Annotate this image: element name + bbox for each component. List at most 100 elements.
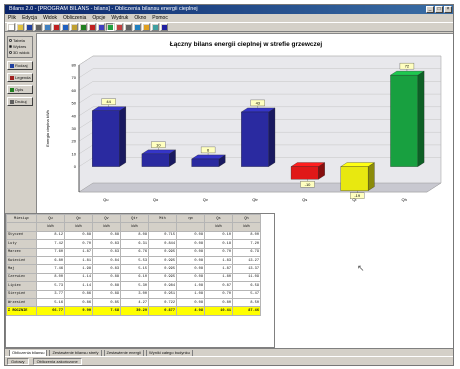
table-cell[interactable]: 8.00	[232, 230, 261, 241]
row-label[interactable]: Kwiecień	[6, 255, 37, 266]
chart-button[interactable]	[106, 23, 114, 31]
side-button-3[interactable]: Drukuj	[7, 97, 33, 106]
chart-3d-button[interactable]	[115, 23, 123, 31]
table-cell[interactable]: 0.88	[92, 281, 121, 291]
table-button[interactable]	[97, 23, 105, 31]
table-cell[interactable]: 0.89	[92, 289, 121, 299]
table-cell[interactable]: 13.37	[232, 264, 261, 274]
table-cell[interactable]: 5.47	[232, 289, 261, 299]
table-cell[interactable]: 0.951	[148, 289, 177, 299]
table-cell[interactable]: 1.87	[64, 247, 93, 257]
table-cell[interactable]: 0.86	[64, 289, 93, 299]
row-label[interactable]: Maj	[6, 264, 37, 274]
table-cell[interactable]: 0.984	[148, 281, 177, 291]
table-cell[interactable]: 1.83	[204, 255, 233, 266]
table-cell[interactable]: 0.70	[204, 247, 233, 257]
table-cell[interactable]: 3.00	[120, 289, 149, 299]
table-cell[interactable]: 0.08	[176, 255, 205, 266]
table-cell[interactable]: 0.85	[92, 297, 121, 308]
menu-calculations[interactable]: Obliczenia	[63, 14, 86, 22]
table-cell[interactable]: 0.995	[148, 247, 177, 257]
minimize-button[interactable]: _	[426, 6, 434, 13]
table-cell[interactable]: 0.88	[92, 230, 121, 241]
table-cell[interactable]: 0.83	[92, 264, 121, 274]
table-cell[interactable]: 0.995	[148, 264, 177, 274]
table-cell[interactable]: 0.722	[148, 297, 177, 308]
table-cell[interactable]: 7.20	[232, 239, 261, 249]
table-cell[interactable]: 0.88	[92, 272, 121, 283]
print-button[interactable]	[34, 23, 42, 31]
table-cell[interactable]: 5.15	[120, 264, 149, 274]
table-cell[interactable]: 1.14	[64, 272, 93, 283]
table-cell[interactable]: 0.08	[176, 272, 205, 283]
maximize-button[interactable]: □	[435, 6, 443, 13]
table-cell[interactable]: 10.41	[204, 306, 233, 316]
table-cell[interactable]: 8.08	[120, 230, 149, 241]
undo-button[interactable]	[79, 23, 87, 31]
menu-help[interactable]: Pomoc	[152, 14, 168, 22]
table-cell[interactable]: 5.16	[36, 297, 65, 308]
table-cell[interactable]: 0.715	[148, 230, 177, 241]
table-cell[interactable]: 9.90	[64, 306, 93, 316]
row-label[interactable]: Styczeń	[6, 230, 37, 241]
new-button[interactable]	[7, 23, 15, 31]
row-label[interactable]: Lipiec	[6, 281, 37, 291]
save-button[interactable]	[25, 23, 33, 31]
table-cell[interactable]: 7.68	[92, 306, 121, 316]
paste-button[interactable]	[70, 23, 78, 31]
table-cell[interactable]: 7.42	[36, 239, 65, 249]
side-button-0[interactable]: Rodzaj	[7, 61, 33, 70]
table-cell[interactable]: 1.08	[176, 281, 205, 291]
side-button-2[interactable]: Opis	[7, 85, 33, 94]
table-cell[interactable]: 0.18	[204, 239, 233, 249]
table-cell[interactable]: 4.08	[176, 306, 205, 316]
side-button-1[interactable]: Legenda	[7, 73, 33, 82]
row-label[interactable]: Wrzesień	[6, 297, 37, 308]
table-cell[interactable]: 3.77	[36, 289, 65, 299]
table-cell[interactable]: 0.87	[204, 281, 233, 291]
menu-view[interactable]: Widok	[43, 14, 57, 22]
table-cell[interactable]: 0.08	[176, 239, 205, 249]
table-cell[interactable]: 6.10	[120, 272, 149, 283]
table-cell[interactable]: 8.00	[36, 272, 65, 283]
table-cell[interactable]: 5.73	[36, 281, 65, 291]
preview-button[interactable]	[43, 23, 51, 31]
row-label[interactable]: Marzec	[6, 247, 37, 257]
table-cell[interactable]: 0.83	[92, 239, 121, 249]
cut-button[interactable]	[52, 23, 60, 31]
table-cell[interactable]: 4.27	[120, 297, 149, 308]
table-cell[interactable]: 6.80	[36, 255, 65, 266]
table-cell[interactable]: 8.50	[232, 297, 261, 308]
table-cell[interactable]: 0.80	[204, 297, 233, 308]
table-cell[interactable]: 0.877	[148, 306, 177, 316]
table-cell[interactable]: 0.995	[148, 255, 177, 266]
table-cell[interactable]: 13.27	[232, 255, 261, 266]
table-cell[interactable]: 0.70	[204, 289, 233, 299]
table-cell[interactable]: 11.09	[232, 272, 261, 283]
table-cell[interactable]: 1.98	[64, 264, 93, 274]
help-button[interactable]	[160, 23, 168, 31]
table-cell[interactable]: 1.81	[64, 255, 93, 266]
table-cell[interactable]: 6.79	[232, 247, 261, 257]
radio-3d[interactable]: 3D widok	[9, 50, 31, 56]
menu-edit[interactable]: Edycja	[22, 14, 37, 22]
table-cell[interactable]: 0.70	[64, 239, 93, 249]
table-cell[interactable]: 6.59	[232, 281, 261, 291]
table-cell[interactable]: 0.08	[176, 247, 205, 257]
table-cell[interactable]: 6.76	[120, 247, 149, 257]
table-cell[interactable]: 0.84	[92, 255, 121, 266]
menu-file[interactable]: Plik	[8, 14, 16, 22]
table-cell[interactable]: 1.14	[64, 281, 93, 291]
table-cell[interactable]: 0.08	[176, 264, 205, 274]
table-cell[interactable]: 5.30	[120, 281, 149, 291]
copy-button[interactable]	[61, 23, 69, 31]
menu-options[interactable]: Opcje	[92, 14, 105, 22]
row-label[interactable]: Czerwiec	[6, 272, 37, 283]
settings-button[interactable]	[124, 23, 132, 31]
menu-print[interactable]: Wydruk	[111, 14, 128, 22]
table-cell[interactable]: 6.31	[120, 239, 149, 249]
row-label[interactable]: Sierpień	[6, 289, 37, 299]
table-cell[interactable]: 0.08	[176, 297, 205, 308]
grid-button[interactable]	[151, 23, 159, 31]
table-cell[interactable]: 0.86	[64, 297, 93, 308]
